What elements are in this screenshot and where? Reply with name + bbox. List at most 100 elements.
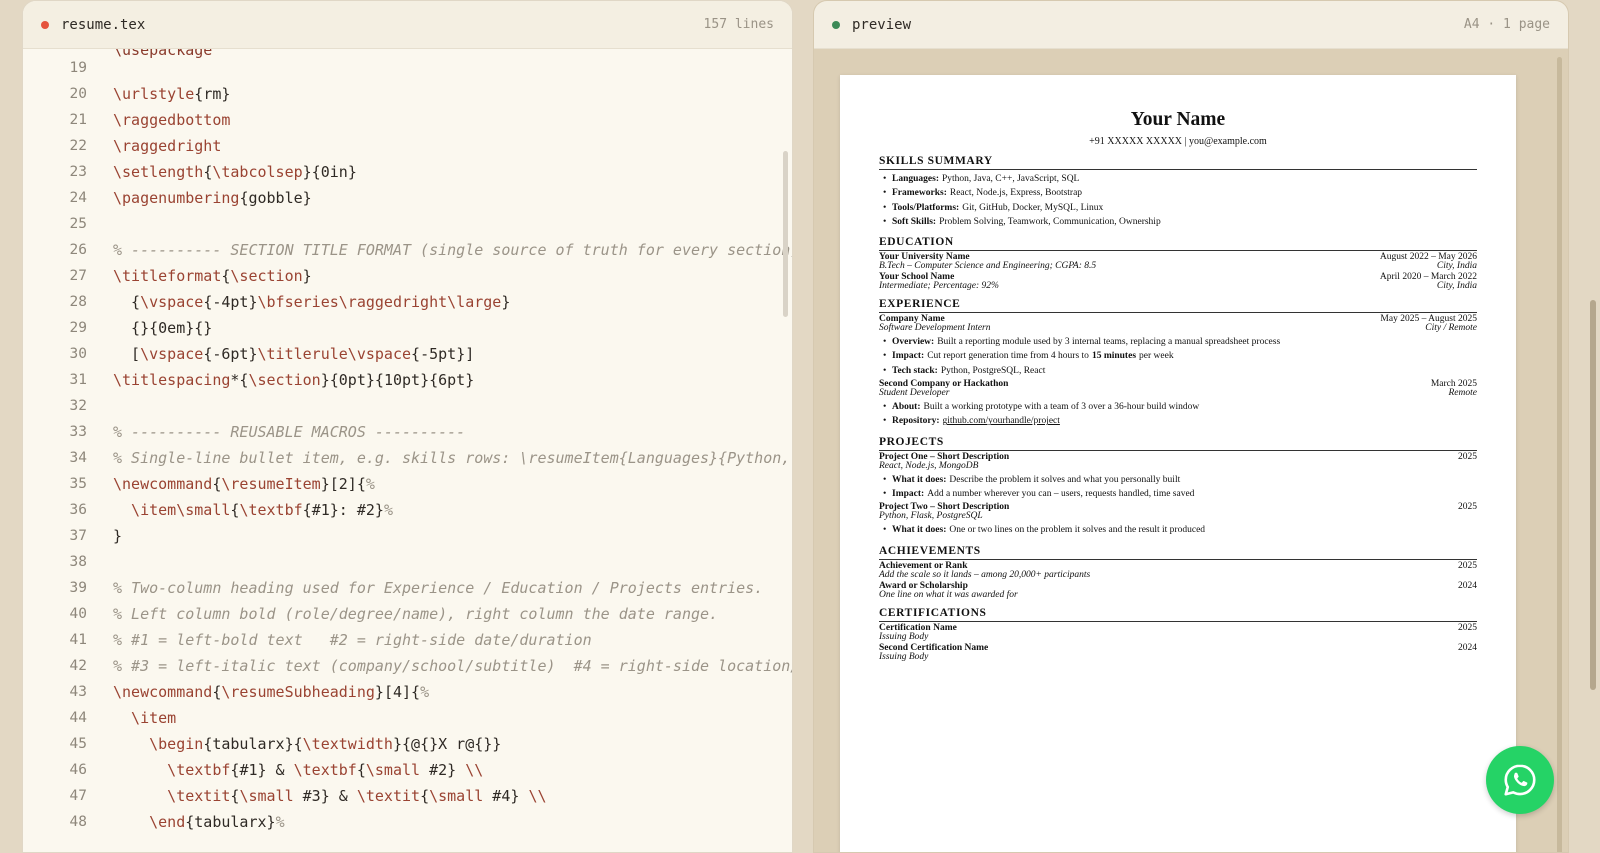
preview-scrollbar[interactable] [1557,57,1562,852]
code-editor[interactable]: \usepackage 19 20 \urlstyle{rm} 21 \raggedbo… [23,49,792,852]
code-line[interactable]: 22 \raggedright [23,133,792,159]
code-line[interactable]: 40 % Left column bold (role/degree/name),… [23,601,792,627]
line-number: 34 [69,450,87,466]
code-line[interactable]: 33 % ---------- REUSABLE MACROS ---------… [23,419,792,445]
bullet-dot: • [883,337,887,348]
code-text: {\vspace{-4pt}\bfseries\raggedright\larg… [113,293,511,311]
line-number: 33 [69,424,87,440]
code-line[interactable]: 39 % Two-column heading used for Experien… [23,575,792,601]
entry-heading-row: Second Certification Name 2024 [879,642,1477,653]
code-text: % Left column bold (role/degree/name), r… [113,605,719,623]
code-line[interactable]: 29 {}{0em}{} [23,315,792,341]
entry-subheading-row: Issuing Body [879,631,1477,642]
code-text: \titlespacing*{\section}{0pt}{10pt}{6pt} [113,371,475,389]
code-text: % ---------- REUSABLE MACROS ---------- [113,423,466,441]
entry-bullets: • About: Built a working prototype with a … [879,400,1477,429]
line-number: 43 [69,684,87,700]
code-line[interactable]: 28 {\vspace{-4pt}\bfseries\raggedright\l… [23,289,792,315]
line-number: 42 [69,658,87,674]
entry-heading-row: Second Company or Hackathon March 2025 [879,379,1477,389]
code-line[interactable]: 25 [23,211,792,237]
code-text: \urlstyle{rm} [113,85,231,103]
line-number: 44 [69,710,87,726]
bullet-text: Tech stack: Python, PostgreSQL, React [892,365,1046,376]
bullet-dot: • [883,202,887,213]
editor-scrollbar[interactable] [783,151,788,317]
entry-subheading-row: Issuing Body [879,652,1477,662]
entry-date: 2025 [1458,502,1477,513]
line-number: 41 [69,632,87,648]
code-line[interactable]: 36 \item\small{\textbf{#1}: #2}% [23,497,792,523]
bullet-text: Impact: Add a number wherever you can – u… [892,488,1195,499]
resume-section-title: CERTIFICATIONS [879,607,1477,622]
line-number: 19 [69,60,87,76]
line-number: 23 [69,164,87,180]
code-text: \textit{\small #3} & \textit{\small #4} … [113,787,547,805]
whatsapp-icon [1504,764,1536,796]
resume-entry: Your School Name April 2020 – March 2022 I… [879,272,1477,292]
entry-bullets: • Overview: Built a reporting module used … [879,335,1477,378]
code-line[interactable]: 44 \item [23,705,792,731]
line-number: 24 [69,190,87,206]
code-line[interactable]: 48 \end{tabularx}% [23,809,792,835]
line-number: 45 [69,736,87,752]
window-scrollbar[interactable] [1590,300,1596,690]
code-line[interactable]: 41 % #1 = left-bold text #2 = right-side … [23,627,792,653]
bullet-text: Languages: Python, Java, C++, JavaScript,… [892,174,1080,184]
line-number: 32 [69,398,87,414]
code-line[interactable]: 45 \begin{tabularx}{\textwidth}{@{}X r@{… [23,731,792,757]
code-text: \item\small{\textbf{#1}: #2}% [113,501,393,519]
bullet-text: Frameworks: React, Node.js, Express, Boot… [892,188,1083,199]
resume-entry: Achievement or Rank 2025 Add the scale so … [879,561,1477,580]
resume-section-title: PROJECTS [879,436,1477,451]
entry-date: 2024 [1458,642,1477,653]
code-line[interactable]: 27 \titleformat{\section} [23,263,792,289]
code-line[interactable]: 31 \titlespacing*{\section}{0pt}{10pt}{6p… [23,367,792,393]
code-text: \raggedright [113,137,222,155]
code-line[interactable]: 30 [\vspace{-6pt}\titlerule\vspace{-5pt}… [23,341,792,367]
entry-heading-row: Certification Name 2025 [879,623,1477,633]
editor-header: resume.tex 157 lines [23,1,792,49]
preview-area[interactable]: Your Name +91 XXXXX XXXXX | you@example.… [814,49,1568,852]
bullet-text: About: Built a working prototype with a t… [892,402,1200,413]
code-line[interactable]: 21 \raggedbottom [23,107,792,133]
line-number: 46 [69,762,87,778]
editor-file-name[interactable]: resume.tex [61,17,145,33]
preview-title: preview [852,16,912,33]
code-line[interactable]: 37} [23,523,792,549]
code-line[interactable]: 43 \newcommand{\resumeSubheading}[4]{% [23,679,792,705]
page-info: A4 · 1 page [1463,17,1550,32]
bullet-text: Overview: Built a reporting module used b… [892,337,1281,348]
resume-bullet: • Soft Skills: Problem Solving, Teamwork, … [879,215,1477,229]
line-number: 47 [69,788,87,804]
resume-bullet: • Tech stack: Python, PostgreSQL, React [879,364,1477,378]
code-line[interactable]: 19 [23,55,792,81]
code-line[interactable]: 35 \newcommand{\resumeItem}[2]{% [23,471,792,497]
bullet-dot: • [883,402,887,413]
entry-subheading-row: One line on what it was awarded for [879,590,1477,600]
resume-contact: +91 XXXXX XXXXX | you@example.com [1089,136,1267,147]
code-line[interactable]: 38 [23,549,792,575]
line-number: 25 [69,216,87,232]
entry-subtitle: Intermediate; Percentage: 92% [879,281,999,292]
code-line[interactable]: 23 \setlength{\tabcolsep}{0in} [23,159,792,185]
line-number: 36 [69,502,87,518]
entry-bullets: • What it does: Describe the problem it so… [879,473,1477,502]
line-number: 48 [69,814,87,830]
code-line[interactable]: 24 \pagenumbering{gobble} [23,185,792,211]
preview-pane: preview A4 · 1 page Your Name +91 XXXXX … [813,0,1569,853]
code-line[interactable]: 32 [23,393,792,419]
whatsapp-chat-button[interactable] [1486,746,1554,814]
bullet-text: Soft Skills: Problem Solving, Teamwork, C… [892,216,1161,227]
code-line[interactable]: 47 \textit{\small #3} & \textit{\small #… [23,783,792,809]
code-line[interactable]: 26 % ---------- SECTION TITLE FORMAT (sin… [23,237,792,263]
resume-entry: Project One – Short Description 2025 React… [879,452,1477,502]
entry-subtitle: Issuing Body [879,631,929,642]
code-line[interactable]: 46 \textbf{#1} & \textbf{\small #2} \\ [23,757,792,783]
line-number: 27 [69,268,87,284]
bullet-text: Repository: github.com/yourhandle/project [892,416,1060,427]
repository-link[interactable]: github.com/yourhandle/project [943,416,1060,426]
code-line[interactable]: 20 \urlstyle{rm} [23,81,792,107]
code-line[interactable]: 42 % #3 = left-italic text (company/schoo… [23,653,792,679]
code-line[interactable]: 34 % Single-line bullet item, e.g. skills… [23,445,792,471]
